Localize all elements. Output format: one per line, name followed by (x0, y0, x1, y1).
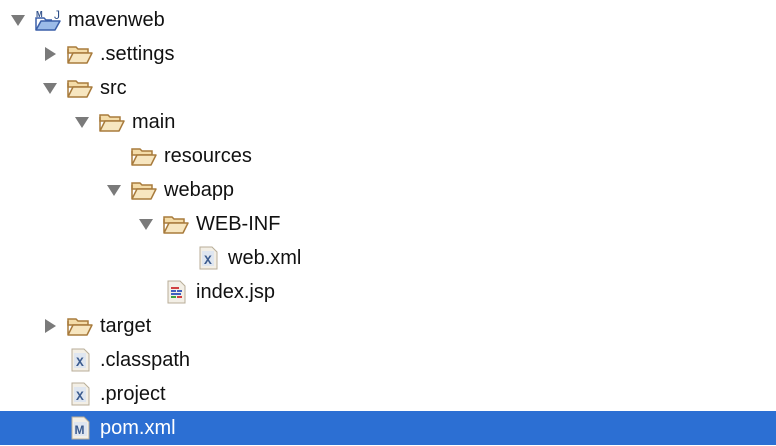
folder-icon (66, 42, 94, 66)
tree-item-src[interactable]: src (0, 71, 776, 105)
expanded-arrow-icon[interactable] (10, 12, 26, 28)
folder-icon (162, 212, 190, 236)
tree-item-label: resources (164, 145, 252, 167)
tree-item-label: index.jsp (196, 281, 275, 303)
tree-item-label: .settings (100, 43, 175, 65)
folder-icon (130, 178, 158, 202)
xml-file-icon: X (66, 348, 94, 372)
collapsed-arrow-icon[interactable] (42, 318, 58, 334)
folder-icon (66, 76, 94, 100)
tree-item-label: mavenweb (68, 9, 165, 31)
xml-file-icon: X (66, 382, 94, 406)
maven-pom-icon: M (66, 416, 94, 440)
expanded-arrow-icon[interactable] (42, 80, 58, 96)
tree-item-settings[interactable]: .settings (0, 37, 776, 71)
tree-item-project[interactable]: X .project (0, 377, 776, 411)
folder-icon (98, 110, 126, 134)
tree-item-mavenweb[interactable]: M J mavenweb (0, 3, 776, 37)
maven-project-icon: MJ (34, 8, 62, 32)
expanded-arrow-icon[interactable] (74, 114, 90, 130)
tree-item-resources[interactable]: resources (0, 139, 776, 173)
expanded-arrow-icon[interactable] (138, 216, 154, 232)
svg-text:X: X (76, 389, 84, 404)
tree-item-web-xml[interactable]: Xweb.xml (0, 241, 776, 275)
jsp-file-icon (162, 280, 190, 304)
tree-item-label: WEB-INF (196, 213, 281, 235)
tree-item-label: .project (100, 383, 166, 405)
tree-item-label: webapp (164, 179, 235, 201)
tree-item-label: web.xml (228, 247, 302, 269)
tree-item-label: pom.xml (100, 417, 176, 439)
collapsed-arrow-icon[interactable] (42, 46, 58, 62)
tree-item-label: src (100, 77, 127, 99)
project-explorer-tree: M Jmavenweb .settings src main resources webap… (0, 3, 776, 445)
svg-text:X: X (204, 253, 212, 268)
expanded-arrow-icon[interactable] (106, 182, 122, 198)
tree-item-label: target (100, 315, 152, 337)
tree-item-pom-xml[interactable]: Mpom.xml (0, 411, 776, 445)
tree-item-classpath[interactable]: X .classpath (0, 343, 776, 377)
tree-item-main[interactable]: main (0, 105, 776, 139)
svg-text:J: J (54, 8, 60, 22)
svg-text:M: M (75, 423, 85, 437)
tree-item-label: main (132, 111, 176, 133)
tree-item-web-inf[interactable]: WEB-INF (0, 207, 776, 241)
xml-file-icon: X (194, 246, 222, 270)
folder-icon (66, 314, 94, 338)
folder-icon (130, 144, 158, 168)
tree-item-label: .classpath (100, 349, 191, 371)
tree-item-target[interactable]: target (0, 309, 776, 343)
tree-item-webapp[interactable]: webapp (0, 173, 776, 207)
svg-text:X: X (76, 355, 84, 370)
tree-item-index-jsp[interactable]: index.jsp (0, 275, 776, 309)
